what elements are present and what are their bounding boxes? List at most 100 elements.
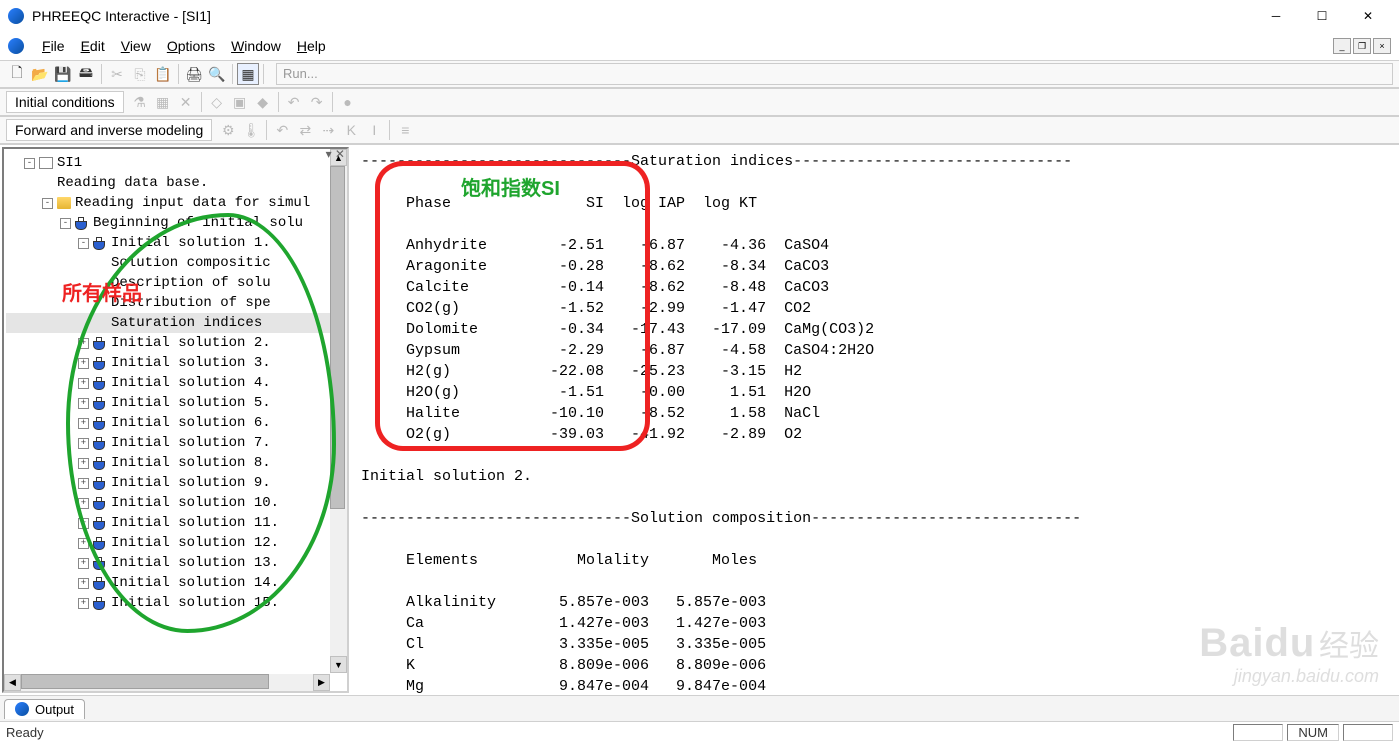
md-btn4[interactable]: ⇄ — [294, 119, 316, 141]
flask-icon — [75, 217, 89, 229]
new-button[interactable]: 🗋 — [6, 63, 28, 85]
tree-expand-icon[interactable]: + — [78, 518, 89, 529]
tree-item[interactable]: +Initial solution 2. — [6, 333, 345, 353]
tree-expand-icon[interactable]: - — [78, 238, 89, 249]
close-button[interactable]: ✕ — [1345, 1, 1391, 31]
ic-btn1[interactable]: ⚗ — [129, 91, 151, 113]
tree-expand-icon[interactable]: + — [78, 478, 89, 489]
tree-item[interactable]: +Initial solution 8. — [6, 453, 345, 473]
tree-expand-icon[interactable]: + — [78, 358, 89, 369]
tree-expand-icon[interactable]: + — [78, 598, 89, 609]
output-panel[interactable]: ------------------------------Saturation… — [351, 145, 1399, 695]
tree-item[interactable]: Description of solu — [6, 273, 345, 293]
menubar: File Edit View Options Window Help _ ❐ × — [0, 32, 1399, 60]
copy-button[interactable]: ⎘ — [129, 63, 151, 85]
tree-expand-icon[interactable]: + — [78, 458, 89, 469]
ic-btn9[interactable]: ● — [337, 91, 359, 113]
tree-item[interactable]: -Initial solution 1. — [6, 233, 345, 253]
undo-button[interactable]: ↶ — [283, 91, 305, 113]
minimize-button[interactable]: ─ — [1253, 1, 1299, 31]
tree-item[interactable]: +Initial solution 13. — [6, 553, 345, 573]
ic-btn2[interactable]: ▦ — [152, 91, 174, 113]
tree-item-label: Initial solution 4. — [111, 375, 271, 391]
paste-button[interactable]: 📋 — [152, 63, 174, 85]
md-btn-i[interactable]: I — [363, 119, 385, 141]
tree-item[interactable]: +Initial solution 7. — [6, 433, 345, 453]
ic-btn5[interactable]: ▣ — [229, 91, 251, 113]
tree-item[interactable]: -SI1 — [6, 153, 345, 173]
md-btn1[interactable]: ⚙ — [217, 119, 239, 141]
md-btn5[interactable]: ⇢ — [317, 119, 339, 141]
save-all-button[interactable]: 🖴 — [75, 63, 97, 85]
tree-item-label: Solution compositic — [111, 255, 271, 271]
open-button[interactable]: 📂 — [29, 63, 51, 85]
tree-expand-icon[interactable]: + — [78, 418, 89, 429]
tree-item[interactable]: + Initial solution 3. — [6, 353, 345, 373]
tree-expand-icon[interactable]: + — [78, 438, 89, 449]
ic-btn3[interactable]: ✕ — [175, 91, 197, 113]
tree-view[interactable]: -SI1Reading data base.-Reading input dat… — [4, 149, 347, 691]
print-button[interactable]: 🖨 — [183, 63, 205, 85]
tree-item[interactable]: -Reading input data for simul — [6, 193, 345, 213]
tree-expand-icon[interactable]: + — [78, 338, 89, 349]
ic-btn4[interactable]: ◇ — [206, 91, 228, 113]
tree-item-label: Initial solution 11. — [111, 515, 279, 531]
tree-expand-icon[interactable]: - — [42, 198, 53, 209]
tab-output[interactable]: Output — [4, 699, 85, 719]
menu-help[interactable]: Help — [289, 36, 334, 56]
md-btn8[interactable]: ≡ — [394, 119, 416, 141]
tree-expand-icon[interactable]: + — [78, 398, 89, 409]
flask-icon — [93, 237, 107, 249]
menu-edit[interactable]: Edit — [73, 36, 113, 56]
tree-item[interactable]: + Initial solution 11. — [6, 513, 345, 533]
flask-icon — [93, 417, 107, 429]
menu-options[interactable]: Options — [159, 36, 223, 56]
mdi-minimize[interactable]: _ — [1333, 38, 1351, 54]
tree-item[interactable]: -Beginning of initial solu — [6, 213, 345, 233]
tree-scrollbar-v[interactable]: ▲ ▼ — [330, 149, 347, 673]
tree-item[interactable]: Saturation indices — [6, 313, 345, 333]
tree-expand-icon[interactable]: + — [78, 498, 89, 509]
tree-item[interactable]: + Initial solution 4. — [6, 373, 345, 393]
tree-expand-icon[interactable]: - — [24, 158, 35, 169]
redo-button[interactable]: ↷ — [306, 91, 328, 113]
tree-item[interactable]: +Initial solution 9. — [6, 473, 345, 493]
mdi-close[interactable]: × — [1373, 38, 1391, 54]
menu-window[interactable]: Window — [223, 36, 289, 56]
tree-item[interactable]: + Initial solution 12. — [6, 533, 345, 553]
tree-item[interactable]: +Initial solution 5. — [6, 393, 345, 413]
tree-expand-icon[interactable]: + — [78, 578, 89, 589]
tree-expand-icon[interactable]: + — [78, 378, 89, 389]
scroll-left-icon[interactable]: ◀ — [4, 674, 21, 691]
scroll-right-icon[interactable]: ▶ — [313, 674, 330, 691]
modeling-label: Forward and inverse modeling — [6, 119, 212, 141]
tree-item[interactable]: +Initial solution 10. — [6, 493, 345, 513]
md-btn-k[interactable]: K — [340, 119, 362, 141]
tree-close-icon[interactable]: ▾ ✕ — [326, 147, 345, 161]
maximize-button[interactable]: ☐ — [1299, 1, 1345, 31]
tree-item[interactable]: Reading data base. — [6, 173, 345, 193]
md-btn3[interactable]: ↶ — [271, 119, 293, 141]
run-input[interactable]: Run... — [276, 63, 1393, 85]
save-button[interactable]: 💾 — [52, 63, 74, 85]
tree-item[interactable]: Solution compositic — [6, 253, 345, 273]
tree-item[interactable]: +Initial solution 6. — [6, 413, 345, 433]
tree-expand-icon[interactable]: - — [60, 218, 71, 229]
menu-file[interactable]: File — [34, 36, 73, 56]
tree-item[interactable]: Distribution of spe — [6, 293, 345, 313]
scroll-down-icon[interactable]: ▼ — [330, 656, 347, 673]
menu-view[interactable]: View — [113, 36, 159, 56]
preview-button[interactable]: 🔍 — [206, 63, 228, 85]
mdi-restore[interactable]: ❐ — [1353, 38, 1371, 54]
tree-expand-icon[interactable]: + — [78, 558, 89, 569]
tree-item[interactable]: +Initial solution 15. — [6, 593, 345, 613]
tree-item[interactable]: +Initial solution 14. — [6, 573, 345, 593]
md-btn2[interactable]: 🌡 — [240, 119, 262, 141]
ic-btn6[interactable]: ◆ — [252, 91, 274, 113]
tree-scrollbar-h[interactable]: ◀ ▶ — [4, 674, 330, 691]
tree-expand-icon[interactable]: + — [78, 538, 89, 549]
tree-item-label: Initial solution 3. — [111, 355, 271, 371]
cut-button[interactable]: ✂ — [106, 63, 128, 85]
tree-item-label: Initial solution 12. — [111, 535, 279, 551]
grid-button[interactable]: ▦ — [237, 63, 259, 85]
